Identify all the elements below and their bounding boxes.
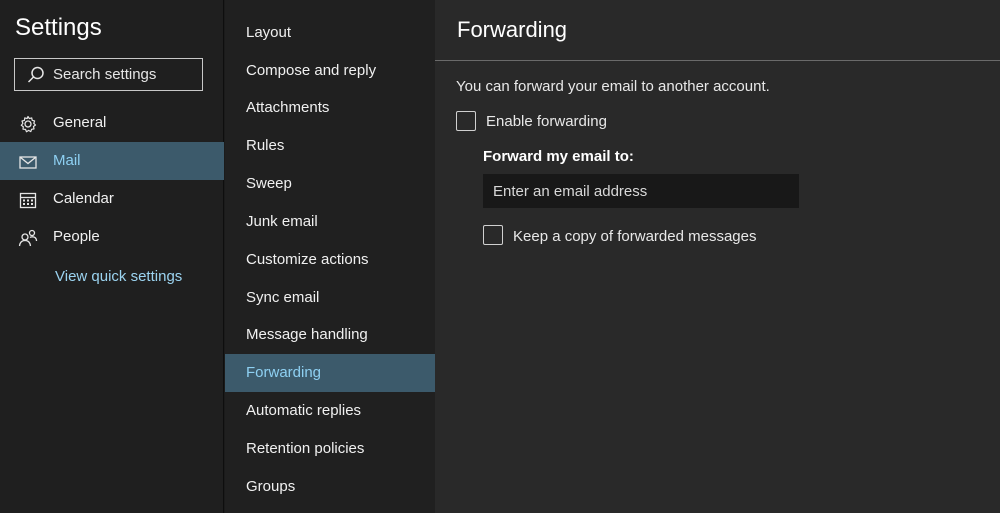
email-address-field[interactable] [483,174,799,208]
page-title: Forwarding [457,17,568,42]
enable-forwarding-checkbox[interactable] [456,111,476,131]
search-box[interactable] [14,58,203,91]
submenu-item-forwarding[interactable]: Forwarding [225,354,435,392]
submenu-item-rules[interactable]: Rules [225,127,435,165]
submenu-item-label: Compose and reply [246,62,377,79]
search-icon [27,66,45,84]
forward-to-label: Forward my email to: [483,148,634,165]
nav-item-calendar[interactable]: Calendar [0,180,224,218]
submenu-item-layout[interactable]: Layout [225,14,435,52]
submenu-item-compose-and-reply[interactable]: Compose and reply [225,52,435,90]
submenu-item-groups[interactable]: Groups [225,468,435,506]
submenu-item-label: Junk email [246,213,318,230]
submenu-item-sweep[interactable]: Sweep [225,165,435,203]
search-input[interactable] [53,59,198,90]
submenu-item-retention-policies[interactable]: Retention policies [225,430,435,468]
nav-item-mail[interactable]: Mail [0,142,224,180]
submenu-item-label: Groups [246,478,296,495]
nav-item-label: General [53,114,107,131]
forwarding-content-pane: Forwarding You can forward your email to… [435,0,1000,513]
nav-item-label: People [53,228,100,245]
enable-forwarding-label[interactable]: Enable forwarding [486,113,607,130]
settings-nav-pane: Settings General Mail [0,0,224,513]
keep-copy-label[interactable]: Keep a copy of forwarded messages [513,228,756,245]
people-icon [18,228,38,248]
nav-item-people[interactable]: People [0,218,224,256]
settings-title: Settings [15,14,102,41]
gear-icon [18,114,38,134]
nav-item-label: Calendar [53,190,114,207]
submenu-item-label: Layout [246,24,292,41]
submenu-item-attachments[interactable]: Attachments [225,89,435,127]
mail-icon [18,152,38,172]
submenu-item-junk-email[interactable]: Junk email [225,203,435,241]
submenu-item-label: Rules [246,137,285,154]
submenu-item-label: Message handling [246,326,368,343]
submenu-item-label: Retention policies [246,440,365,457]
submenu-item-message-handling[interactable]: Message handling [225,316,435,354]
nav-item-general[interactable]: General [0,104,224,142]
submenu-item-sync-email[interactable]: Sync email [225,279,435,317]
submenu-item-label: Customize actions [246,251,369,268]
submenu-item-automatic-replies[interactable]: Automatic replies [225,392,435,430]
submenu-item-label: Sweep [246,175,292,192]
submenu-item-label: Attachments [246,99,330,116]
forwarding-description: You can forward your email to another ac… [456,78,770,95]
submenu-item-label: Sync email [246,289,320,306]
view-quick-settings-link[interactable]: View quick settings [55,268,182,285]
calendar-icon [18,190,38,210]
submenu-item-customize-actions[interactable]: Customize actions [225,241,435,279]
submenu-item-label: Forwarding [246,364,322,381]
keep-copy-checkbox[interactable] [483,225,503,245]
header-divider [435,60,1000,61]
submenu-item-label: Automatic replies [246,402,362,419]
mail-submenu-pane: Layout Compose and reply Attachments Rul… [225,0,435,513]
nav-item-label: Mail [53,152,81,169]
email-address-input[interactable] [493,174,789,208]
